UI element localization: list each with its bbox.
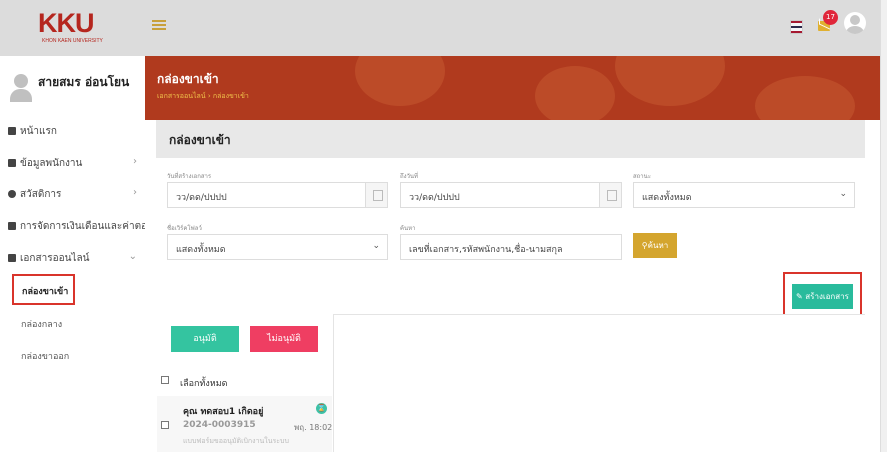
status-value: แสดงทั้งหมด <box>642 193 692 203</box>
calendar-icon[interactable] <box>365 183 387 207</box>
page-title: กล่องขาเข้า <box>157 72 219 86</box>
chevron-right-icon: › <box>133 187 137 198</box>
card-title: กล่องขาเข้า <box>169 133 231 147</box>
sidebar-item-welfare[interactable]: สวัสดิการ › <box>8 187 145 202</box>
sidebar-item-label: สวัสดิการ <box>20 189 62 200</box>
chevron-down-icon: ⌄ <box>372 241 380 251</box>
search-button-label: ค้นหา <box>647 241 669 250</box>
sidebar-item-online-docs[interactable]: เอกสารออนไลน์ ⌄ <box>8 251 145 266</box>
date-to-input[interactable]: วว/ดด/ปปปป <box>400 182 622 208</box>
dashboard-icon <box>8 127 16 135</box>
document-detail-pane <box>333 314 865 452</box>
top-bar: KKU KHON KAEN UNIVERSITY 17 <box>0 0 880 56</box>
user-name: สายสมร อ่อนโยน <box>38 75 130 89</box>
document-number: 2024-0003915 <box>183 420 256 430</box>
menu-toggle-icon[interactable] <box>152 18 166 32</box>
document-date: พฤ. 18:02 <box>294 423 333 432</box>
breadcrumb-parent[interactable]: เอกสารออนไลน์ <box>157 92 206 100</box>
sidebar-item-home[interactable]: หน้าแรก <box>8 124 145 139</box>
sub-item-label: กล่องขาเข้า <box>22 287 69 297</box>
create-document-button[interactable]: ✎ สร้างเอกสาร <box>792 284 853 309</box>
banner-decoration <box>355 56 445 106</box>
date-to-placeholder: วว/ดด/ปปปป <box>409 193 460 203</box>
welfare-icon <box>8 190 16 198</box>
workflow-label: ชื่อเวิร์คโฟลว์ <box>167 225 202 232</box>
user-icon <box>8 159 16 167</box>
select-all-checkbox[interactable] <box>161 376 169 384</box>
card-header: กล่องขาเข้า <box>156 120 865 158</box>
workflow-value: แสดงทั้งหมด <box>176 245 226 255</box>
sidebar-item-label: หน้าแรก <box>20 126 57 137</box>
chevron-down-icon: ⌄ <box>128 251 137 262</box>
sub-item-middle-box[interactable]: กล่องกลาง <box>21 317 62 331</box>
banner-decoration <box>615 56 725 106</box>
user-avatar-icon[interactable] <box>844 12 866 34</box>
sub-item-inbox[interactable]: กล่องขาเข้า <box>12 274 75 305</box>
date-to-label: ถึงวันที่ <box>400 173 418 180</box>
sub-item-outbox[interactable]: กล่องขาออก <box>21 349 69 363</box>
calendar-icon[interactable] <box>599 183 621 207</box>
reject-button[interactable]: ไม่อนุมัติ <box>250 326 318 352</box>
sidebar-item-label: การจัดการเงินเดือนและค่าตอบแทน <box>20 221 145 232</box>
chevron-right-icon: › <box>133 156 137 167</box>
sidebar-item-payroll[interactable]: การจัดการเงินเดือนและค่าตอบแทน <box>8 219 145 234</box>
kku-logo[interactable]: KKU KHON KAEN UNIVERSITY <box>38 8 108 46</box>
hourglass-icon: ⌛ <box>316 403 327 414</box>
search-placeholder: เลขที่เอกสาร,รหัสพนักงาน,ชื่อ-นามสกุล <box>409 245 563 255</box>
select-all-label: เลือกทั้งหมด <box>180 379 228 389</box>
status-select[interactable]: แสดงทั้งหมด ⌄ <box>633 182 855 208</box>
logo-mark: KKU <box>38 8 94 38</box>
notification-badge: 17 <box>823 10 838 25</box>
sidebar-item-employee[interactable]: ข้อมูลพนักงาน › <box>8 156 145 171</box>
envelope-icon <box>8 254 16 262</box>
chevron-down-icon: ⌄ <box>839 189 847 199</box>
document-icon <box>8 222 16 230</box>
document-subject: แบบฟอร์มขออนุมัติเบิกงานในระบบ <box>183 437 289 445</box>
approve-button[interactable]: อนุมัติ <box>171 326 239 352</box>
thai-flag-icon[interactable] <box>790 20 803 34</box>
sidebar-item-label: เอกสารออนไลน์ <box>20 253 90 264</box>
banner-decoration <box>755 76 855 120</box>
date-from-input[interactable]: วว/ดด/ปปปป <box>167 182 388 208</box>
search-input[interactable]: เลขที่เอกสาร,รหัสพนักงาน,ชื่อ-นามสกุล <box>400 234 622 260</box>
date-from-label: วันที่สร้างเอกสาร <box>167 173 212 180</box>
sidebar: สายสมร อ่อนโยน หน้าแรก ข้อมูลพนักงาน › ส… <box>0 56 145 452</box>
page-banner: กล่องขาเข้า เอกสารออนไลน์ › กล่องขาเข้า <box>145 56 880 120</box>
vertical-scrollbar[interactable] <box>880 0 887 452</box>
breadcrumb: เอกสารออนไลน์ › กล่องขาเข้า <box>157 91 249 102</box>
logo-subtitle: KHON KAEN UNIVERSITY <box>42 38 103 44</box>
banner-decoration <box>535 66 615 120</box>
workflow-select[interactable]: แสดงทั้งหมด ⌄ <box>167 234 388 260</box>
create-document-highlight: ✎ สร้างเอกสาร <box>783 272 862 318</box>
status-label: สถานะ <box>633 173 651 180</box>
search-button[interactable]: ⚲ค้นหา <box>633 233 677 258</box>
document-sender: คุณ ทดสอบ1 เกิดอยู่ <box>183 407 264 417</box>
profile-avatar <box>10 74 32 102</box>
search-label: ค้นหา <box>400 225 416 232</box>
create-document-label: สร้างเอกสาร <box>805 292 849 301</box>
document-checkbox[interactable] <box>161 421 169 429</box>
breadcrumb-current: กล่องขาเข้า <box>212 92 249 100</box>
edit-icon: ✎ <box>796 292 806 301</box>
sidebar-item-label: ข้อมูลพนักงาน <box>20 158 83 169</box>
date-from-placeholder: วว/ดด/ปปปป <box>176 193 227 203</box>
